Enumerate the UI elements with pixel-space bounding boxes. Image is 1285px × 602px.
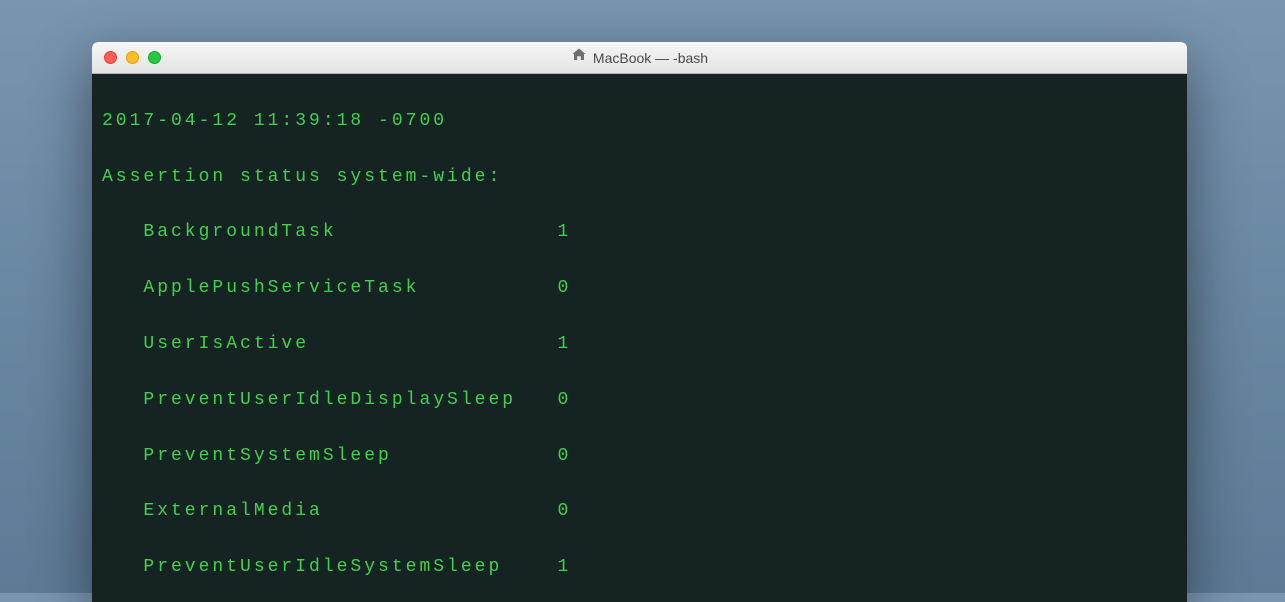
assertion-value: 0: [557, 501, 571, 521]
assertion-name: PreventSystemSleep: [102, 446, 392, 466]
assertion-row: PreventSystemSleep 0: [102, 443, 1177, 471]
assertion-name: PreventUserIdleDisplaySleep: [102, 390, 516, 410]
assertion-name: PreventUserIdleSystemSleep: [102, 557, 502, 577]
timestamp-line: 2017-04-12 11:39:18 -0700: [102, 108, 1177, 136]
assertion-value: 0: [557, 278, 571, 298]
window-title: MacBook — -bash: [593, 50, 708, 66]
assertion-row: ApplePushServiceTask 0: [102, 275, 1177, 303]
assertion-name: BackgroundTask: [102, 222, 337, 242]
assertion-value: 0: [557, 390, 571, 410]
assertion-value: 0: [557, 446, 571, 466]
close-button[interactable]: [104, 51, 117, 64]
terminal-body[interactable]: 2017-04-12 11:39:18 -0700 Assertion stat…: [92, 74, 1187, 602]
assertion-value: 1: [557, 222, 571, 242]
assertion-name: ExternalMedia: [102, 501, 323, 521]
assertion-value: 1: [557, 557, 571, 577]
terminal-window: MacBook — -bash 2017-04-12 11:39:18 -070…: [92, 42, 1187, 602]
assertion-name: ApplePushServiceTask: [102, 278, 419, 298]
assertion-row: PreventUserIdleSystemSleep 1: [102, 554, 1177, 582]
assertion-value: 1: [557, 334, 571, 354]
assertion-header: Assertion status system-wide:: [102, 164, 1177, 192]
window-titlebar[interactable]: MacBook — -bash: [92, 42, 1187, 74]
assertion-row: ExternalMedia 0: [102, 498, 1177, 526]
home-icon: [571, 47, 587, 68]
traffic-lights: [92, 51, 161, 64]
assertion-row: PreventUserIdleDisplaySleep 0: [102, 387, 1177, 415]
assertion-name: UserIsActive: [102, 334, 309, 354]
window-title-wrap: MacBook — -bash: [92, 47, 1187, 68]
minimize-button[interactable]: [126, 51, 139, 64]
zoom-button[interactable]: [148, 51, 161, 64]
assertion-row: UserIsActive 1: [102, 331, 1177, 359]
assertion-row: BackgroundTask 1: [102, 219, 1177, 247]
